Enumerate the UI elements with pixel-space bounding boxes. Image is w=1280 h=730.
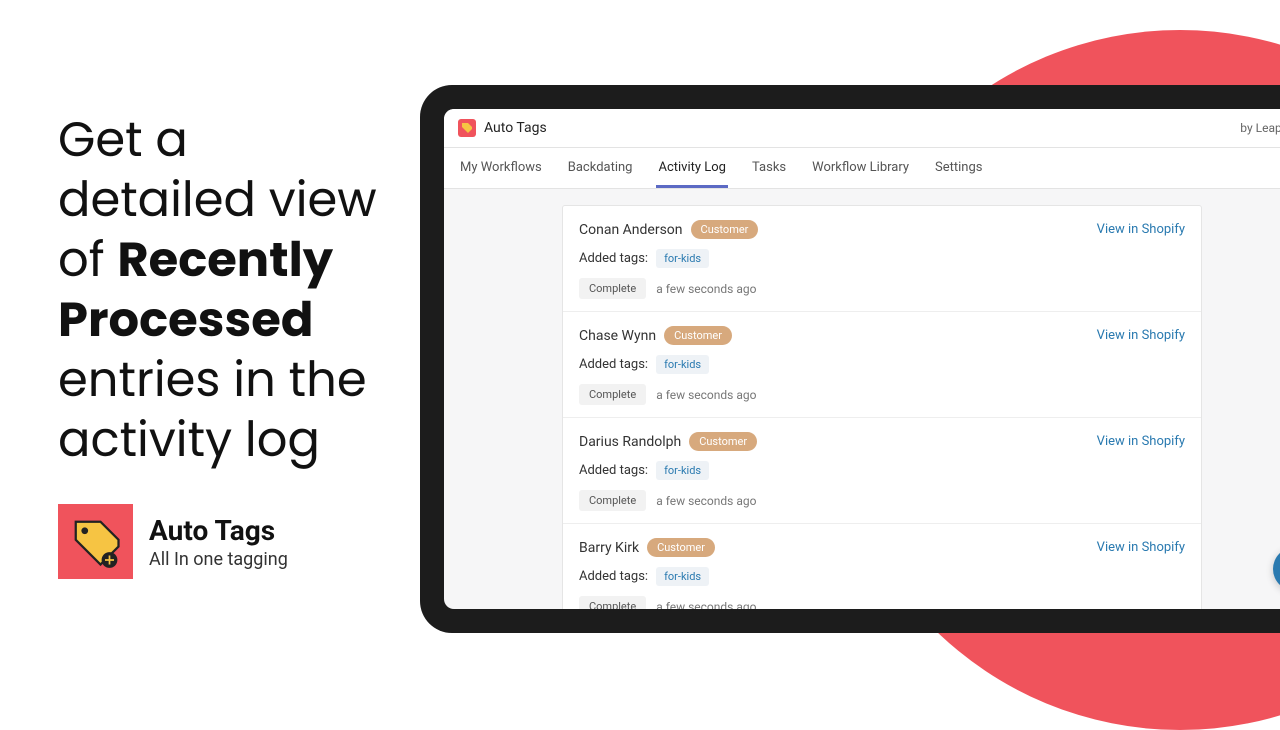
tab-my-workflows[interactable]: My Workflows — [458, 148, 544, 188]
added-tags-line: Added tags: for-kids — [579, 355, 1185, 374]
price-tag-icon — [69, 515, 123, 569]
entry-name-wrap: Barry Kirk Customer — [579, 538, 715, 557]
activity-log-entry: Conan Anderson Customer View in Shopify Add… — [563, 206, 1201, 312]
view-in-shopify-link[interactable]: View in Shopify — [1097, 328, 1185, 343]
tab-settings[interactable]: Settings — [933, 148, 984, 188]
entry-header: Barry Kirk Customer View in Shopify — [579, 538, 1185, 557]
added-tags-label: Added tags: — [579, 569, 648, 584]
status-line: Complete a few seconds ago — [579, 278, 1185, 299]
customer-name: Chase Wynn — [579, 328, 656, 344]
tab-tasks[interactable]: Tasks — [750, 148, 788, 188]
view-in-shopify-link[interactable]: View in Shopify — [1097, 222, 1185, 237]
entry-header: Darius Randolph Customer View in Shopify — [579, 432, 1185, 451]
customer-badge: Customer — [664, 326, 732, 345]
app-labels: Auto Tags All In one tagging — [149, 514, 288, 570]
headline-part2: entries in the activity log — [58, 346, 367, 473]
added-tags-label: Added tags: — [579, 463, 648, 478]
added-tags-line: Added tags: for-kids — [579, 567, 1185, 586]
entry-name-wrap: Chase Wynn Customer — [579, 326, 732, 345]
customer-name: Conan Anderson — [579, 222, 683, 238]
entry-header: Conan Anderson Customer View in Shopify — [579, 220, 1185, 239]
tag-pill: for-kids — [656, 249, 709, 268]
headline-text: Get a detailed view of Recently Processe… — [58, 110, 388, 470]
tab-backdating[interactable]: Backdating — [566, 148, 635, 188]
view-in-shopify-link[interactable]: View in Shopify — [1097, 540, 1185, 555]
entry-header: Chase Wynn Customer View in Shopify — [579, 326, 1185, 345]
activity-log-list: Conan Anderson Customer View in Shopify Add… — [562, 205, 1202, 609]
app-tagline: All In one tagging — [149, 549, 288, 570]
status-badge: Complete — [579, 278, 646, 299]
customer-badge: Customer — [689, 432, 757, 451]
marketing-headline-block: Get a detailed view of Recently Processe… — [58, 110, 388, 470]
tab-bar: My Workflows Backdating Activity Log Tasks W… — [444, 148, 1280, 189]
time-ago: a few seconds ago — [656, 282, 756, 296]
time-ago: a few seconds ago — [656, 600, 756, 610]
status-line: Complete a few seconds ago — [579, 384, 1185, 405]
app-identity-block: Auto Tags All In one tagging — [58, 504, 288, 579]
activity-log-entry: Darius Randolph Customer View in Shopify Ad… — [563, 418, 1201, 524]
added-tags-line: Added tags: for-kids — [579, 461, 1185, 480]
activity-log-entry: Barry Kirk Customer View in Shopify Added t… — [563, 524, 1201, 609]
app-screen: Auto Tags by Leap App My Workflows Backda… — [444, 109, 1280, 609]
activity-log-area: Conan Anderson Customer View in Shopify Add… — [444, 189, 1280, 609]
customer-badge: Customer — [691, 220, 759, 239]
customer-name: Darius Randolph — [579, 434, 681, 450]
customer-badge: Customer — [647, 538, 715, 557]
app-name: Auto Tags — [149, 514, 288, 547]
tag-pill: for-kids — [656, 461, 709, 480]
added-tags-line: Added tags: for-kids — [579, 249, 1185, 268]
time-ago: a few seconds ago — [656, 388, 756, 402]
status-badge: Complete — [579, 490, 646, 511]
customer-name: Barry Kirk — [579, 540, 639, 556]
added-tags-label: Added tags: — [579, 357, 648, 372]
entry-name-wrap: Darius Randolph Customer — [579, 432, 757, 451]
app-header-byline: by Leap App — [1240, 121, 1280, 135]
status-badge: Complete — [579, 384, 646, 405]
status-badge: Complete — [579, 596, 646, 609]
tag-pill: for-kids — [656, 355, 709, 374]
app-header-bar: Auto Tags by Leap App — [444, 109, 1280, 148]
activity-log-entry: Chase Wynn Customer View in Shopify Added t… — [563, 312, 1201, 418]
app-header-left: Auto Tags — [458, 119, 547, 137]
tab-activity-log[interactable]: Activity Log — [656, 148, 728, 188]
added-tags-label: Added tags: — [579, 251, 648, 266]
tab-workflow-library[interactable]: Workflow Library — [810, 148, 911, 188]
app-logo-icon — [458, 119, 476, 137]
app-header-title: Auto Tags — [484, 120, 547, 136]
app-icon — [58, 504, 133, 579]
view-in-shopify-link[interactable]: View in Shopify — [1097, 434, 1185, 449]
time-ago: a few seconds ago — [656, 494, 756, 508]
status-line: Complete a few seconds ago — [579, 596, 1185, 609]
entry-name-wrap: Conan Anderson Customer — [579, 220, 758, 239]
tag-pill: for-kids — [656, 567, 709, 586]
status-line: Complete a few seconds ago — [579, 490, 1185, 511]
device-frame: Auto Tags by Leap App My Workflows Backda… — [420, 85, 1280, 633]
